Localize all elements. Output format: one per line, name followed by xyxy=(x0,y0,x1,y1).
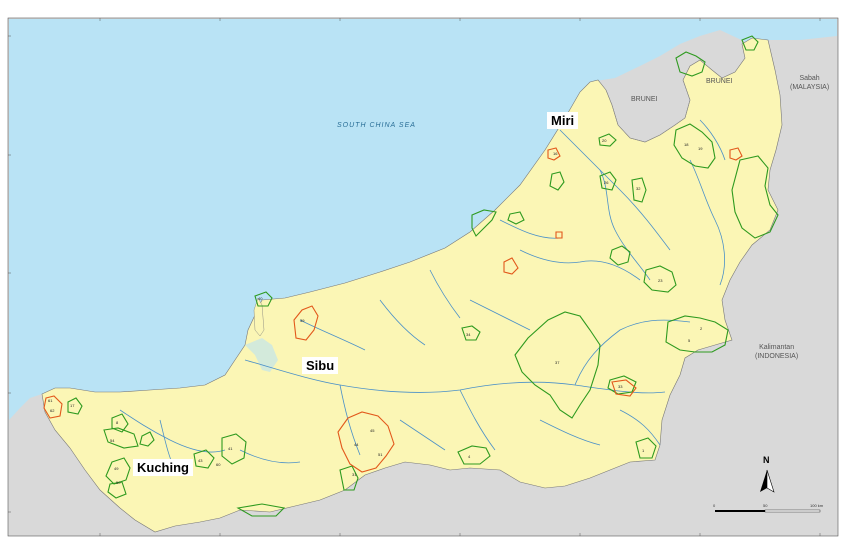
scale-mid: 50 xyxy=(763,503,768,508)
brunei-label-2: BRUNEI xyxy=(706,78,733,85)
area-label: 34 xyxy=(466,332,471,337)
city-label-sibu: Sibu xyxy=(302,357,339,374)
brunei-label-1: BRUNEI xyxy=(631,96,658,103)
area-label: 49 xyxy=(114,466,119,471)
area-label: 33 xyxy=(618,384,623,389)
sarawak-map: 20 16 18 19 2 5 37 23 33 34 26 32 39 40 … xyxy=(0,0,850,553)
area-label: 23 xyxy=(658,278,663,283)
area-label: 41 xyxy=(228,446,233,451)
area-label: 19 xyxy=(698,146,703,151)
sabah-sub: (MALAYSIA) xyxy=(790,84,830,91)
area-label: 31 xyxy=(352,472,357,477)
area-label: 32 xyxy=(636,186,641,191)
area-label: 20 xyxy=(602,138,607,143)
scale-end: 100 km xyxy=(810,503,824,508)
area-label: 45 xyxy=(370,428,375,433)
kalimantan-sub: (INDONESIA) xyxy=(755,353,799,360)
area-label: 16 xyxy=(553,151,558,156)
area-label: 40 xyxy=(258,296,263,301)
kalimantan-label: Kalimantan (INDONESIA) xyxy=(755,343,798,361)
area-label: 62 xyxy=(50,408,55,413)
area-label: 17 xyxy=(70,403,75,408)
area-label: 44 xyxy=(354,442,359,447)
kalimantan-name: Kalimantan xyxy=(759,344,795,351)
area-label: 18 xyxy=(684,142,689,147)
sabah-name: Sabah xyxy=(799,75,820,82)
area-label: 37 xyxy=(555,360,560,365)
area-label: 51 xyxy=(378,452,383,457)
north-label: N xyxy=(763,455,770,465)
area-label: 50 xyxy=(116,480,121,485)
area-label: 26 xyxy=(604,180,609,185)
area-label: 43 xyxy=(198,458,203,463)
city-label-miri: Miri xyxy=(547,112,579,129)
area-label: 61 xyxy=(48,398,53,403)
area-label: 60 xyxy=(216,462,221,467)
area-label: 54 xyxy=(110,438,115,443)
sabah-label: Sabah (MALAYSIA) xyxy=(790,74,829,92)
city-label-kuching: Kuching xyxy=(133,459,193,476)
sea-label: SOUTH CHINA SEA xyxy=(337,122,416,129)
area-label: 39 xyxy=(300,318,305,323)
